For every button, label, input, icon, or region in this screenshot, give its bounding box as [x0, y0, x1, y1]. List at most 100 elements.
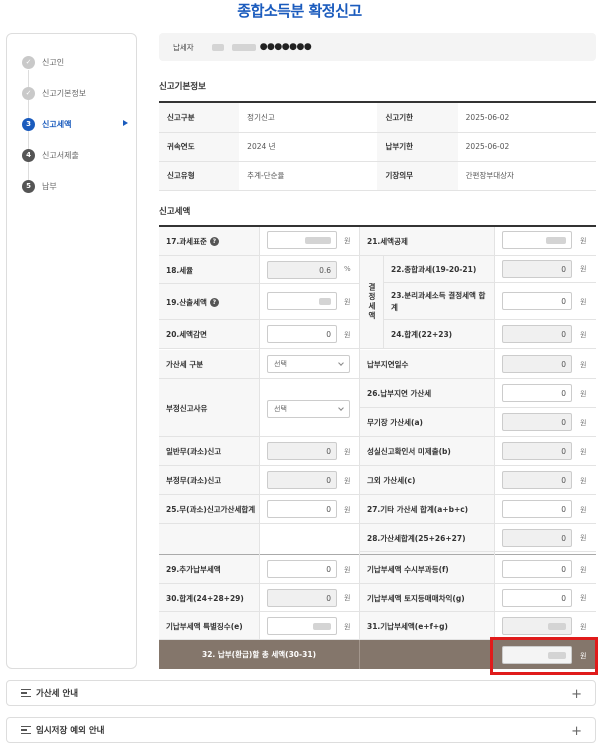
accordion-penalty-info[interactable]: 가산세 안내 + [6, 680, 596, 706]
label-20: 20.세액감면 [166, 330, 207, 339]
input-computed-tax[interactable] [267, 292, 337, 310]
masked-value [313, 622, 331, 630]
unit-won: 원 [580, 361, 587, 369]
cell-value: 추계-단순율 [239, 161, 378, 191]
step-1[interactable]: ✓ 신고인 [22, 53, 64, 71]
label-general-under: 일반무(과소)신고 [166, 447, 222, 456]
step-5[interactable]: 5 납부 [22, 177, 57, 195]
masked-value [319, 297, 331, 305]
step-sidebar: ✓ 신고인 ✓ 신고기본정보 3 신고세액 4 신고서제출 5 납부 [6, 33, 137, 669]
label-fraud-under: 부정무(과소)신고 [166, 476, 222, 485]
input-tax-base[interactable] [267, 231, 337, 249]
input-22: 0 [502, 260, 572, 278]
label-17: 17.과세표준? [166, 226, 219, 256]
masked-value [546, 236, 566, 244]
input-paid-g[interactable]: 0 [502, 589, 572, 607]
tax-title: 신고세액 [159, 207, 191, 217]
help-icon[interactable]: ? [209, 297, 219, 307]
group-label: 결정세액 [367, 283, 377, 321]
select-value: 선택 [274, 360, 287, 368]
step-label: 신고세액 [42, 119, 72, 129]
input-25[interactable]: 0 [267, 500, 337, 518]
select-value: 선택 [274, 405, 287, 413]
cell-label: 납부기한 [377, 132, 458, 162]
input-general-under: 0 [267, 442, 337, 460]
plus-icon[interactable]: + [571, 687, 582, 702]
label-29: 29.추가납부세액 [166, 565, 221, 574]
select-wrong-reason[interactable]: 선택 [267, 400, 350, 418]
input-other: 0 [502, 471, 572, 489]
help-icon[interactable]: ? [209, 236, 219, 246]
input-tax-credit[interactable] [502, 231, 572, 249]
label-22: 22.종합과세(19-20-21) [391, 265, 477, 274]
cell-label: 신고기한 [377, 103, 458, 133]
input-paid-f[interactable]: 0 [502, 560, 572, 578]
input-26[interactable]: 0 [502, 384, 572, 402]
cell-value: 2025-06-02 [457, 132, 596, 162]
basic-info-table: 신고구분 정기신고 신고기한 2025-06-02 귀속연도 2024 년 납부… [159, 103, 596, 191]
step-4[interactable]: 4 신고서제출 [22, 146, 79, 164]
input-tax-rate: 0.6 [267, 261, 337, 279]
check-icon: ✓ [22, 55, 35, 69]
step-3[interactable]: 3 신고세액 [22, 115, 71, 133]
step-label: 납부 [42, 181, 57, 191]
unit-won: 원 [580, 506, 587, 514]
step-2[interactable]: ✓ 신고기본정보 [22, 84, 86, 102]
col-line [359, 640, 360, 669]
basic-info-title: 신고기본정보 [159, 82, 206, 92]
label-32: 32. 납부(환급)할 총 세액(30-31) [201, 650, 317, 659]
col-line [259, 227, 260, 640]
input-27[interactable]: 0 [502, 500, 572, 518]
masked-value [548, 622, 566, 630]
input-28: 0 [502, 529, 572, 547]
list-icon [21, 726, 31, 734]
input-23[interactable]: 0 [502, 292, 572, 310]
current-step-arrow-icon [123, 120, 128, 126]
input-no-book: 0 [502, 413, 572, 431]
unit-won: 원 [580, 419, 587, 427]
label-19: 19.산출세액? [166, 284, 219, 320]
label-31: 31.기납부세액(e+f+g) [367, 621, 448, 631]
unit-won: 원 [344, 506, 351, 514]
unit-won: 원 [344, 237, 351, 245]
input-unsincere: 0 [502, 442, 572, 460]
label-25: 25.무(과소)신고가산세합계 [166, 505, 256, 514]
unit-won: 원 [580, 566, 587, 574]
unit-won: 원 [580, 534, 587, 542]
select-penalty-type[interactable]: 선택 [267, 355, 350, 373]
step-label: 신고서제출 [42, 150, 79, 160]
unit-won: 원 [580, 331, 587, 339]
unit-won: 원 [580, 477, 587, 485]
unit-won: 원 [580, 265, 587, 273]
label-penalty-type: 가산세 구분 [166, 359, 204, 369]
step-number: 3 [22, 117, 35, 131]
input-special[interactable] [267, 617, 337, 635]
step-number: 4 [22, 148, 35, 162]
plus-icon[interactable]: + [571, 724, 582, 739]
masked-id [211, 43, 224, 51]
label-text: 19.산출세액 [166, 297, 207, 307]
unit-won: 원 [344, 298, 351, 306]
unit-won: 원 [580, 237, 587, 245]
cell-label: 귀속연도 [159, 132, 240, 162]
label-paid-f: 기납부세액 수시부과등(f) [367, 565, 449, 574]
chevron-down-icon [338, 360, 344, 366]
unit-won: 원 [580, 298, 587, 306]
unit-won: 원 [580, 390, 587, 398]
chevron-down-icon [338, 405, 344, 411]
cell-label: 신고유형 [159, 161, 240, 191]
input-late-days: 0 [502, 355, 572, 373]
input-20[interactable]: 0 [267, 325, 337, 343]
unit-won: 원 [580, 594, 587, 602]
cell-value: 정기신고 [239, 103, 378, 133]
step-number: 5 [22, 179, 35, 193]
label-26: 26.납부지연 가산세 [367, 389, 432, 398]
label-28: 28.가산세합계(25+26+27) [367, 533, 466, 543]
cell-value: 2025-06-02 [457, 103, 596, 133]
label-18: 18.세율 [166, 265, 194, 275]
input-29[interactable]: 0 [267, 560, 337, 578]
label-text: 17.과세표준 [166, 236, 207, 246]
accordion-temp-save-info[interactable]: 임시저장 예외 안내 + [6, 717, 596, 743]
unit-won: 원 [344, 623, 351, 631]
unit-percent: % [344, 265, 351, 273]
